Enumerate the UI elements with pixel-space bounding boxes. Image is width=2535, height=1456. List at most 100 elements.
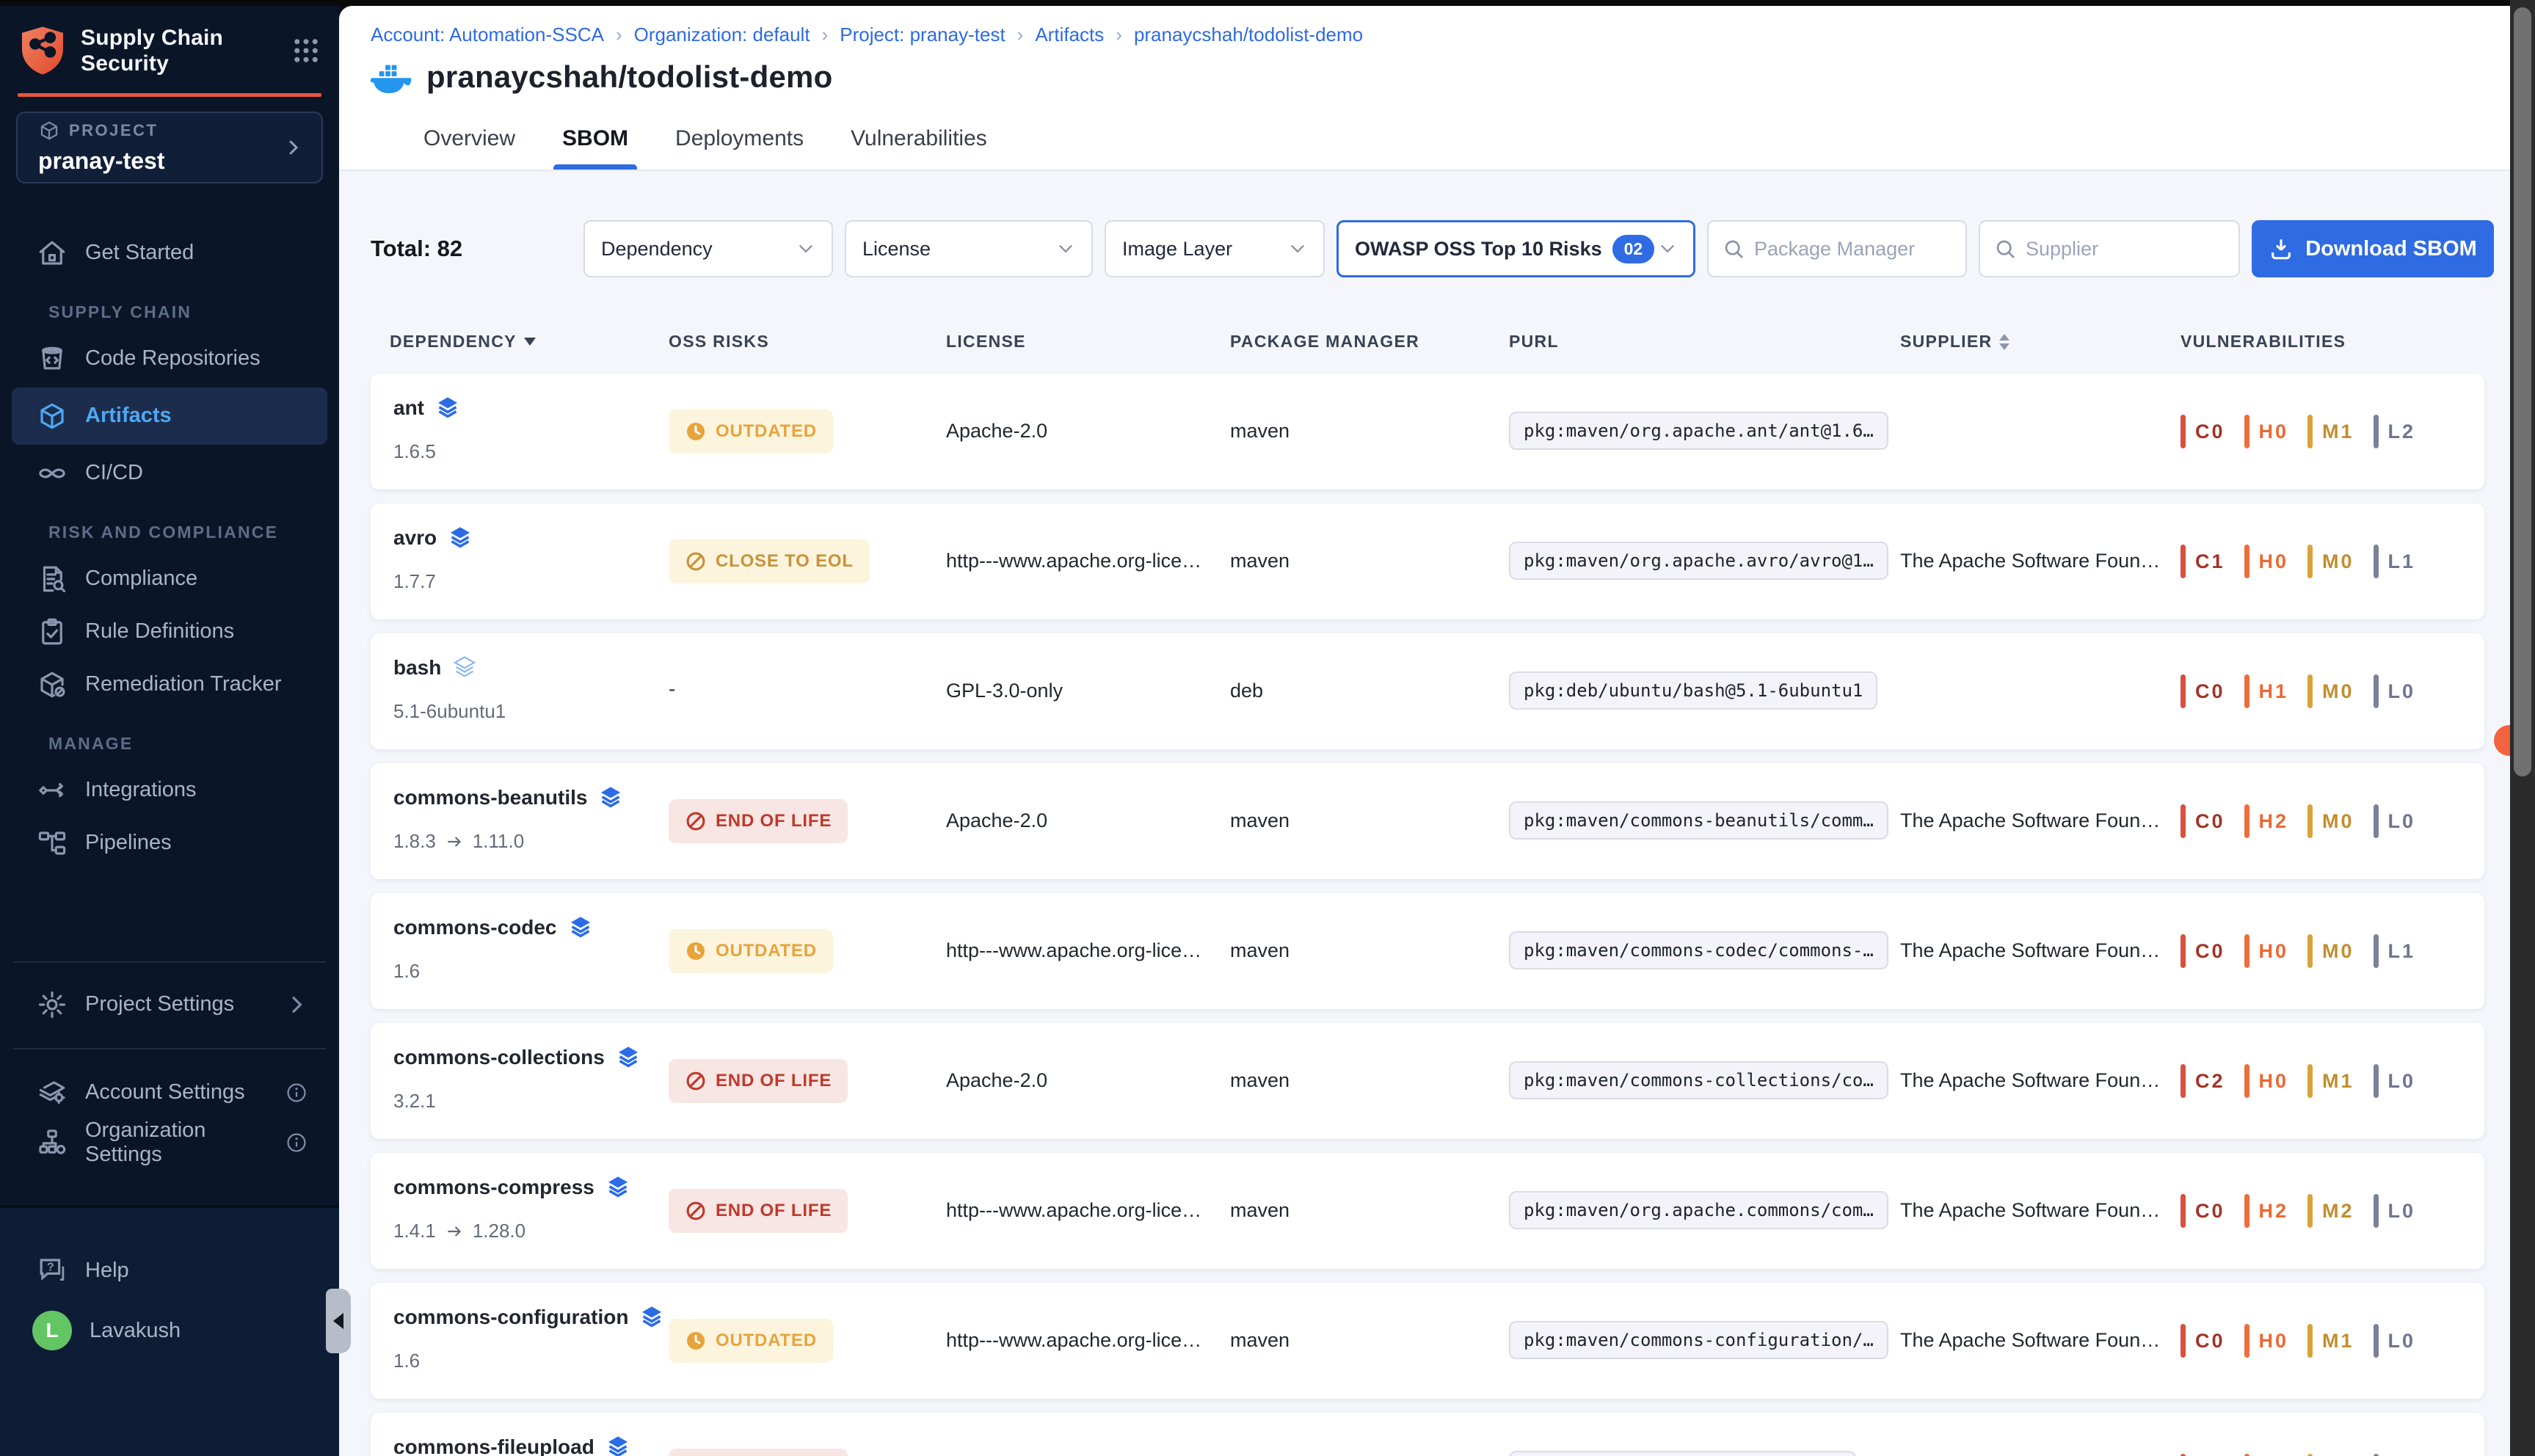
total-count: Total: 82 [371, 236, 583, 262]
tab-deployments[interactable]: Deployments [666, 107, 812, 170]
dependency-version: 1.6 [393, 1350, 663, 1372]
version-current: 5.1-6ubuntu1 [393, 700, 506, 723]
table-row[interactable]: commons-fileuploadEND OF LIFEApache-2.0m… [371, 1413, 2484, 1456]
tab-vulnerabilities[interactable]: Vulnerabilities [842, 107, 996, 170]
clock-icon [685, 1330, 707, 1352]
svg-text:?: ? [47, 1262, 54, 1274]
filter-dropdown-dependency[interactable]: Dependency [583, 220, 833, 277]
column-header-license[interactable]: LICENSE [946, 332, 1026, 352]
oss-risk-cell: END OF LIFE [669, 1189, 848, 1233]
filter-dropdown-owasp-oss-top-10-risks[interactable]: OWASP OSS Top 10 Risks02 [1336, 220, 1695, 277]
column-header-purl[interactable]: PURL [1509, 332, 1559, 352]
sidebar-item-compliance[interactable]: Compliance [12, 555, 327, 603]
sidebar-item-ci-cd[interactable]: CI/CD [12, 449, 327, 498]
breadcrumb-link[interactable]: pranaycshah/todolist-demo [1134, 23, 1363, 46]
column-header-package-manager[interactable]: PACKAGE MANAGER [1230, 332, 1419, 352]
page-scrollbar[interactable] [2510, 0, 2535, 1456]
license-cell: GPL-3.0-only [946, 680, 1063, 702]
breadcrumb-link[interactable]: Organization: default [634, 23, 810, 46]
column-header-oss-risks[interactable]: OSS RISKS [669, 332, 769, 352]
sidebar-collapse-handle[interactable] [326, 1289, 351, 1353]
breadcrumb-link[interactable]: Account: Automation-SSCA [371, 23, 604, 46]
oss-risk-cell: END OF LIFE [669, 1449, 848, 1456]
purl-value[interactable]: pkg:maven/org.apache.commons/com… [1509, 1191, 1888, 1229]
purl-cell: pkg:maven/org.apache.commons/com… [1509, 1191, 1888, 1233]
table-row[interactable]: commons-codec1.6OUTDATEDhttp---www.apach… [371, 893, 2484, 1009]
table-row[interactable]: commons-beanutils1.8.31.11.0END OF LIFEA… [371, 763, 2484, 879]
severity-bar [2374, 804, 2379, 838]
search-input-package-manager[interactable] [1754, 238, 1952, 261]
download-sbom-button[interactable]: Download SBOM [2252, 220, 2494, 277]
tab-overview[interactable]: Overview [415, 107, 524, 170]
table-body: ant1.6.5OUTDATEDApache-2.0mavenpkg:maven… [371, 374, 2484, 1456]
column-header-vulnerabilities[interactable]: VULNERABILITIES [2181, 332, 2346, 352]
severity-bar [2181, 804, 2186, 838]
sidebar-item-get-started[interactable]: Get Started [12, 229, 327, 277]
severity-bar [2307, 1324, 2313, 1358]
dependency-name: ant [393, 396, 424, 419]
version-current: 3.2.1 [393, 1090, 436, 1113]
sidebar-item-code-repositories[interactable]: Code Repositories [12, 335, 327, 383]
chevron-down-icon [1658, 239, 1677, 258]
project-selector[interactable]: PROJECT pranay-test [16, 112, 323, 183]
breadcrumb-link[interactable]: Artifacts [1035, 23, 1104, 46]
sidebar-item-integrations[interactable]: Integrations [12, 766, 327, 815]
dependency-cell: commons-beanutils1.8.31.11.0 [393, 785, 622, 853]
table-row[interactable]: ant1.6.5OUTDATEDApache-2.0mavenpkg:maven… [371, 374, 2484, 489]
supplier-cell: The Apache Software Foun… [1900, 1199, 2160, 1222]
search-input-supplier[interactable] [2026, 238, 2225, 261]
sidebar-item-rule-definitions[interactable]: Rule Definitions [12, 608, 327, 656]
vuln-l-count: L2 [2374, 415, 2416, 448]
sidebar-item-remediation-tracker[interactable]: Remediation Tracker [12, 660, 327, 709]
module-switcher-grid-icon[interactable] [291, 35, 321, 66]
sidebar-item-user[interactable]: L Lavakush [12, 1306, 327, 1355]
vuln-c-count: C0 [2181, 804, 2225, 838]
sidebar-item-pipelines[interactable]: Pipelines [12, 819, 327, 867]
purl-value[interactable]: pkg:maven/commons-collections/co… [1509, 1061, 1888, 1099]
purl-value[interactable]: pkg:maven/commons-beanutils/comm… [1509, 801, 1888, 840]
purl-value[interactable]: pkg:maven/org.apache.avro/avro@1… [1509, 542, 1888, 580]
purl-value[interactable]: pkg:maven/commons-codec/commons-… [1509, 931, 1888, 969]
table-row[interactable]: commons-compress1.4.11.28.0END OF LIFEht… [371, 1153, 2484, 1269]
sidebar-item-help[interactable]: ? Help [12, 1246, 327, 1295]
table-row[interactable]: commons-configuration1.6OUTDATEDhttp---w… [371, 1283, 2484, 1399]
breadcrumb-separator: › [1017, 23, 1024, 46]
table-row[interactable]: bash5.1-6ubuntu1-GPL-3.0-onlydebpkg:deb/… [371, 633, 2484, 749]
severity-count: C1 [2195, 550, 2225, 573]
vuln-c-count: C2 [2181, 1064, 2225, 1098]
sidebar-item-account-settings[interactable]: Account Settings [12, 1069, 327, 1117]
chevron-down-icon [1288, 239, 1307, 258]
vuln-c-count: C0 [2181, 674, 2225, 708]
version-latest: 1.28.0 [473, 1220, 525, 1242]
docker-whale-icon [371, 59, 413, 95]
filter-dropdown-license[interactable]: License [845, 220, 1093, 277]
column-header-supplier[interactable]: SUPPLIER [1900, 332, 2010, 352]
oss-risk-cell: END OF LIFE [669, 799, 848, 843]
severity-bar [2244, 1194, 2250, 1228]
risk-empty: - [669, 677, 675, 700]
vuln-m-count: M0 [2307, 934, 2354, 968]
sidebar-item-artifacts[interactable]: Artifacts [12, 387, 327, 445]
column-header-label: DEPENDENCY [390, 332, 517, 352]
sidebar-item-project-settings[interactable]: Project Settings [12, 980, 327, 1029]
license-cell: http---www.apache.org-lice… [946, 1329, 1201, 1352]
package-manager-cell: maven [1230, 1329, 1290, 1352]
tab-sbom[interactable]: SBOM [553, 107, 637, 170]
download-icon [2269, 236, 2294, 261]
docsearch-icon [37, 564, 68, 594]
table-row[interactable]: commons-collections3.2.1END OF LIFEApach… [371, 1023, 2484, 1139]
severity-count: C0 [2195, 810, 2225, 833]
scrollbar-thumb[interactable] [2514, 7, 2531, 776]
purl-value[interactable]: pkg:maven/commons-fileupload/… [1509, 1451, 1856, 1456]
sidebar-item-organization-settings[interactable]: Organization Settings [12, 1118, 327, 1167]
dependency-version: 5.1-6ubuntu1 [393, 700, 506, 723]
breadcrumb-link[interactable]: Project: pranay-test [840, 23, 1005, 46]
column-header-dependency[interactable]: DEPENDENCY [390, 332, 536, 352]
purl-value[interactable]: pkg:maven/commons-configuration/… [1509, 1321, 1888, 1359]
purl-value[interactable]: pkg:maven/org.apache.ant/ant@1.6… [1509, 412, 1888, 450]
purl-value[interactable]: pkg:deb/ubuntu/bash@5.1-6ubuntu1 [1509, 671, 1877, 710]
table-row[interactable]: avro1.7.7CLOSE TO EOLhttp---www.apache.o… [371, 503, 2484, 619]
ban-icon [685, 1070, 707, 1092]
filter-dropdown-image-layer[interactable]: Image Layer [1105, 220, 1325, 277]
vuln-l-count: L1 [2374, 934, 2416, 968]
